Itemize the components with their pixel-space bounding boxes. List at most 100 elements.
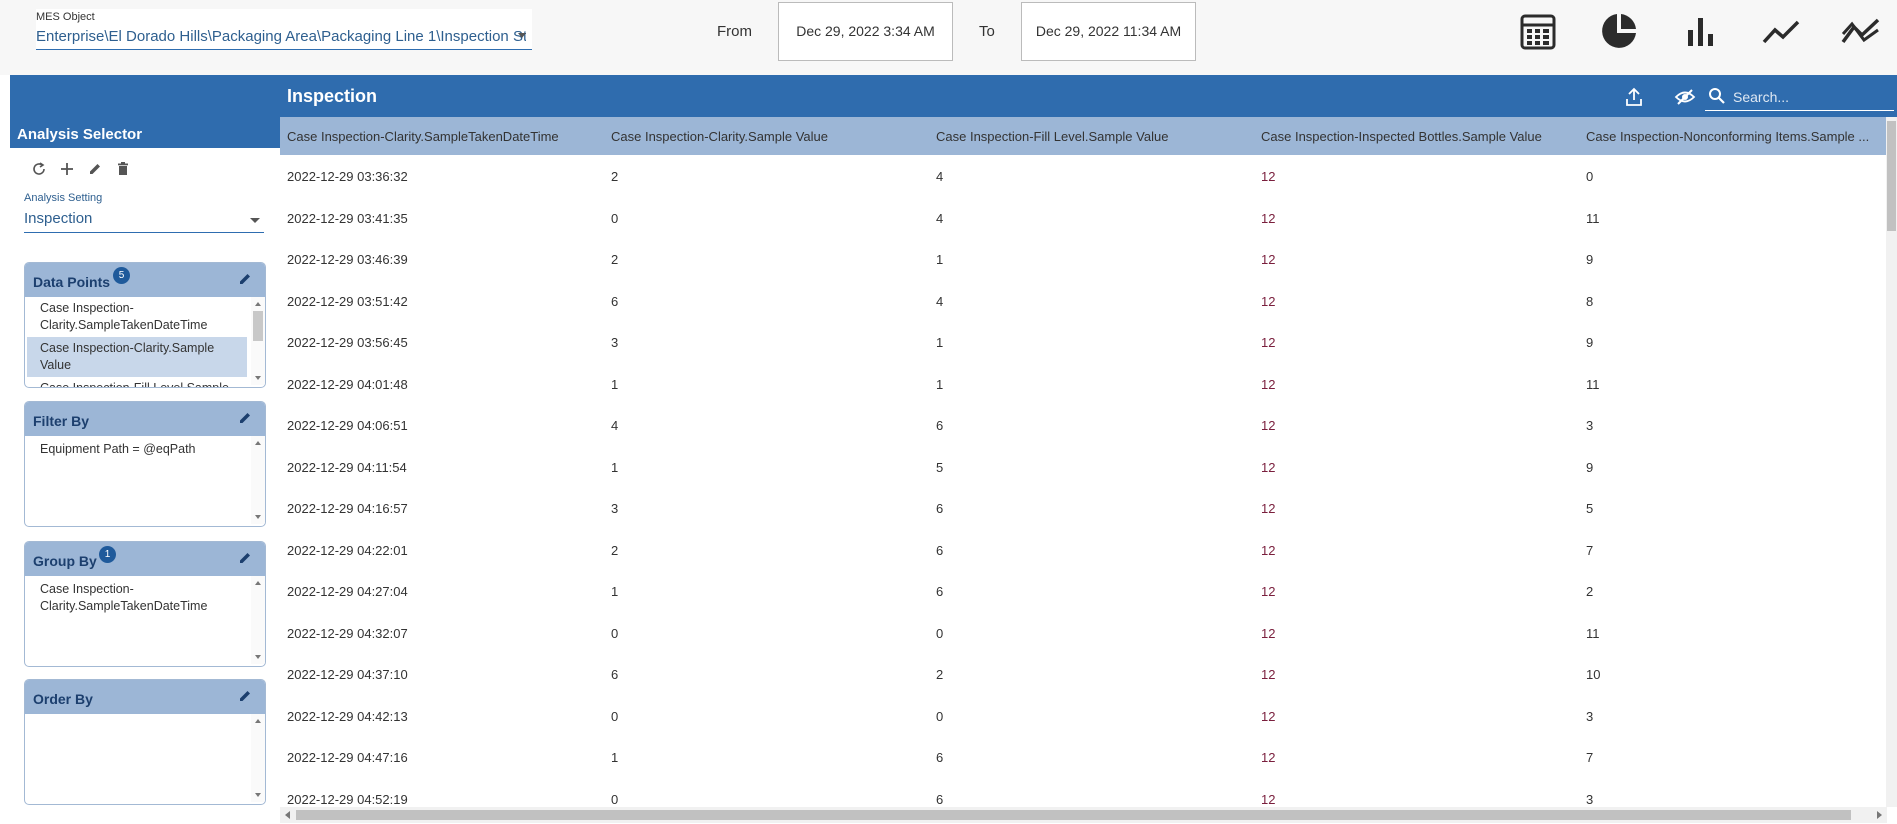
list-item-selected[interactable]: Case Inspection-Clarity.Sample Value xyxy=(27,337,247,377)
table-row[interactable]: 2022-12-29 04:06:51 4 6 12 3 xyxy=(280,404,1887,446)
chevron-down-icon[interactable] xyxy=(518,33,526,38)
to-date-field[interactable]: Dec 29, 2022 11:34 AM xyxy=(1021,2,1196,61)
table-row[interactable]: 2022-12-29 03:36:32 2 4 12 0 xyxy=(280,155,1887,197)
column-header[interactable]: Case Inspection-Nonconforming Items.Samp… xyxy=(1586,129,1881,144)
export-icon[interactable] xyxy=(1623,86,1645,108)
data-points-title: Data Points xyxy=(33,274,111,290)
from-label: From xyxy=(717,23,752,40)
table-row[interactable]: 2022-12-29 04:37:10 6 2 12 10 xyxy=(280,653,1887,695)
sidebar-actions xyxy=(30,160,132,178)
table-cell: 12 xyxy=(1261,708,1276,724)
table-cell: 2022-12-29 04:16:57 xyxy=(287,501,408,516)
edit-icon[interactable] xyxy=(237,550,255,568)
table-cell: 0 xyxy=(936,625,944,641)
table-cell: 3 xyxy=(1586,418,1594,433)
table-row[interactable]: 2022-12-29 04:22:01 2 6 12 7 xyxy=(280,529,1887,571)
horizontal-scrollbar[interactable] xyxy=(280,807,1887,823)
visibility-off-icon[interactable] xyxy=(1674,86,1696,108)
scrollbar-thumb[interactable] xyxy=(1887,121,1896,231)
edit-icon[interactable] xyxy=(237,688,255,706)
data-points-panel: Data Points 5 Case Inspection-Clarity.Sa… xyxy=(24,262,266,388)
table-row[interactable]: 2022-12-29 04:47:16 1 6 12 7 xyxy=(280,736,1887,778)
mes-object-value[interactable]: Enterprise\El Dorado Hills\Packaging Are… xyxy=(36,28,526,45)
filter-by-title: Filter By xyxy=(33,413,90,429)
mes-object-selector[interactable]: MES Object Enterprise\El Dorado Hills\Pa… xyxy=(36,9,532,50)
table-row[interactable]: 2022-12-29 04:32:07 0 0 12 11 xyxy=(280,612,1887,654)
table-cell: 2022-12-29 04:27:04 xyxy=(287,584,408,599)
table-row[interactable]: 2022-12-29 03:41:35 0 4 12 11 xyxy=(280,197,1887,239)
group-by-expression[interactable]: Case Inspection-Clarity.SampleTakenDateT… xyxy=(25,576,265,615)
refresh-icon[interactable] xyxy=(30,160,48,178)
order-by-expression[interactable] xyxy=(25,714,265,719)
table-cell: 3 xyxy=(1586,791,1594,807)
table-cell: 4 xyxy=(936,210,944,226)
filter-expression[interactable]: Equipment Path = @eqPath xyxy=(25,436,265,458)
column-header[interactable]: Case Inspection-Clarity.SampleTakenDateT… xyxy=(287,129,597,144)
table-header: Case Inspection-Clarity.SampleTakenDateT… xyxy=(280,117,1887,155)
table-cell: 2022-12-29 04:37:10 xyxy=(287,667,408,682)
list-item[interactable]: Case Inspection-Clarity.SampleTakenDateT… xyxy=(25,297,265,337)
table-row[interactable]: 2022-12-29 03:56:45 3 1 12 9 xyxy=(280,321,1887,363)
from-date-field[interactable]: Dec 29, 2022 3:34 AM xyxy=(778,2,953,61)
table-cell: 4 xyxy=(611,418,619,433)
bar-chart-icon[interactable] xyxy=(1679,10,1721,52)
table-cell: 2022-12-29 04:47:16 xyxy=(287,750,408,765)
filter-by-body: Equipment Path = @eqPath xyxy=(25,436,265,524)
column-header[interactable]: Case Inspection-Clarity.Sample Value xyxy=(611,129,921,144)
table-cell: 6 xyxy=(936,584,944,599)
delete-icon[interactable] xyxy=(114,160,132,178)
order-by-header: Order By xyxy=(25,680,265,714)
edit-icon[interactable] xyxy=(237,410,255,428)
scrollbar[interactable] xyxy=(251,297,265,385)
analysis-setting-value: Inspection xyxy=(24,210,93,227)
table-cell: 0 xyxy=(611,708,619,724)
calculator-icon[interactable] xyxy=(1517,10,1559,52)
pie-chart-icon[interactable] xyxy=(1598,10,1640,52)
analysis-setting-select[interactable]: Inspection xyxy=(24,210,264,233)
search-input[interactable] xyxy=(1731,87,1885,107)
table-row[interactable]: 2022-12-29 04:16:57 3 6 12 5 xyxy=(280,487,1887,529)
table-cell: 1 xyxy=(611,584,619,599)
scrollbar-thumb[interactable] xyxy=(296,810,1851,820)
column-header[interactable]: Case Inspection-Inspected Bottles.Sample… xyxy=(1261,129,1571,144)
table-cell: 12 xyxy=(1261,293,1276,309)
table-cell: 6 xyxy=(936,418,944,433)
scroll-right-icon[interactable] xyxy=(1877,811,1882,819)
table-row[interactable]: 2022-12-29 04:11:54 1 5 12 9 xyxy=(280,446,1887,488)
mes-object-label: MES Object xyxy=(36,11,95,23)
table-cell: 2022-12-29 03:36:32 xyxy=(287,169,408,184)
table-cell: 2022-12-29 03:56:45 xyxy=(287,335,408,350)
edit-icon[interactable] xyxy=(237,271,255,289)
list-item[interactable]: Case Inspection-Fill Level.Sample xyxy=(25,377,265,387)
line-chart-icon[interactable] xyxy=(1760,10,1802,52)
scrollbar[interactable] xyxy=(251,436,265,524)
vertical-scrollbar[interactable] xyxy=(1886,117,1897,807)
table-cell: 1 xyxy=(936,252,944,267)
table-cell: 6 xyxy=(936,750,944,765)
analysis-setting-label: Analysis Setting xyxy=(24,192,103,204)
page-title: Inspection xyxy=(287,86,378,106)
search-box[interactable] xyxy=(1705,84,1894,111)
table-row[interactable]: 2022-12-29 03:46:39 2 1 12 9 xyxy=(280,238,1887,280)
table-row[interactable]: 2022-12-29 04:27:04 1 6 12 2 xyxy=(280,570,1887,612)
scrollbar[interactable] xyxy=(251,714,265,802)
sidebar-title: Analysis Selector xyxy=(17,126,143,143)
table-cell: 11 xyxy=(1586,376,1600,392)
scroll-left-icon[interactable] xyxy=(285,811,290,819)
group-by-body: Case Inspection-Clarity.SampleTakenDateT… xyxy=(25,576,265,664)
table-cell: 12 xyxy=(1261,252,1276,267)
table-row[interactable]: 2022-12-29 04:42:13 0 0 12 3 xyxy=(280,695,1887,737)
chevron-down-icon[interactable] xyxy=(250,218,260,223)
table-cell: 2022-12-29 03:41:35 xyxy=(287,210,408,226)
table-row[interactable]: 2022-12-29 03:51:42 6 4 12 8 xyxy=(280,280,1887,322)
table-cell: 12 xyxy=(1261,542,1276,558)
trend-chart-icon[interactable] xyxy=(1840,10,1882,52)
table-cell: 0 xyxy=(936,708,944,724)
add-icon[interactable] xyxy=(58,160,76,178)
edit-icon[interactable] xyxy=(86,160,104,178)
to-label: To xyxy=(979,23,995,40)
scrollbar[interactable] xyxy=(251,576,265,664)
table-row[interactable]: 2022-12-29 04:01:48 1 1 12 11 xyxy=(280,363,1887,405)
column-header[interactable]: Case Inspection-Fill Level.Sample Value xyxy=(936,129,1246,144)
table-row[interactable]: 2022-12-29 04:52:19 0 6 12 3 xyxy=(280,778,1887,808)
